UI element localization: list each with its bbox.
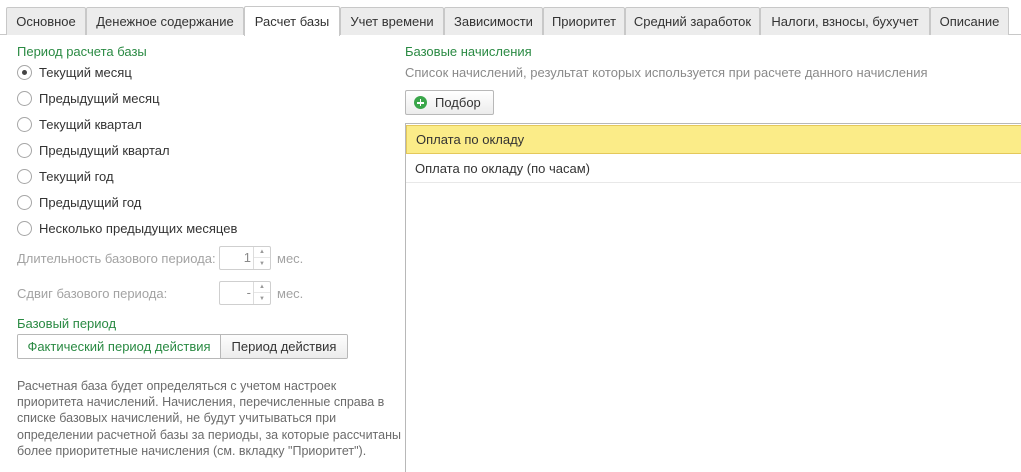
pick-button-label: Подбор <box>435 95 481 110</box>
table-row[interactable]: Оплата по окладу (по часам) <box>406 154 1021 183</box>
radio-button-icon <box>17 194 32 210</box>
radio-current-month[interactable]: Текущий месяц <box>17 62 132 82</box>
row-label: Оплата по окладу <box>416 132 525 147</box>
radio-current-quarter[interactable]: Текущий квартал <box>17 114 142 134</box>
tab-prioritet[interactable]: Приоритет <box>543 7 625 35</box>
base-accruals-title: Базовые начисления <box>405 44 532 59</box>
tab-uchet-vremeni[interactable]: Учет времени <box>340 7 444 35</box>
duration-stepper[interactable]: 1 ▲ ▼ <box>219 246 271 270</box>
radio-current-year[interactable]: Текущий год <box>17 166 114 186</box>
base-period-note: Расчетная база будет определяться с учет… <box>17 379 401 458</box>
row-label: Оплата по окладу (по часам) <box>415 160 590 176</box>
period-group-title: Период расчета базы <box>17 44 147 59</box>
radio-previous-quarter[interactable]: Предыдущий квартал <box>17 140 170 160</box>
radio-previous-month[interactable]: Предыдущий месяц <box>17 88 160 108</box>
radio-label: Предыдущий месяц <box>39 90 160 106</box>
stepper-down-icon[interactable]: ▼ <box>254 258 270 269</box>
base-period-switch: Фактический период действия Период дейст… <box>17 334 348 359</box>
radio-label: Текущий месяц <box>39 64 132 80</box>
stepper-up-icon[interactable]: ▲ <box>254 247 270 258</box>
radio-button-icon <box>17 116 32 132</box>
tab-zavisimosti[interactable]: Зависимости <box>444 7 543 35</box>
duration-unit: мес. <box>277 251 304 266</box>
radio-previous-year[interactable]: Предыдущий год <box>17 192 141 212</box>
tab-opisanie[interactable]: Описание <box>930 7 1009 35</box>
radio-button-icon <box>17 168 32 184</box>
shift-unit: мес. <box>277 286 304 301</box>
stepper-buttons: ▲ ▼ <box>253 247 270 269</box>
radio-button-icon <box>17 220 32 236</box>
radio-button-icon <box>17 142 32 158</box>
radio-button-icon <box>17 64 32 80</box>
radio-label: Несколько предыдущих месяцев <box>39 220 238 236</box>
period-option[interactable]: Период действия <box>220 335 347 358</box>
radio-several-previous-months[interactable]: Несколько предыдущих месяцев <box>17 218 237 238</box>
tab-sredniy-zarabotok[interactable]: Средний заработок <box>625 7 760 35</box>
stepper-buttons: ▲ ▼ <box>253 282 270 304</box>
actual-period-option[interactable]: Фактический период действия <box>18 335 220 358</box>
shift-stepper[interactable]: - ▲ ▼ <box>219 281 271 305</box>
radio-label: Предыдущий квартал <box>39 142 170 158</box>
tab-nalogi-vznosy-buhuchet[interactable]: Налоги, взносы, бухучет <box>760 7 930 35</box>
radio-button-icon <box>17 90 32 106</box>
tab-bar: Основное Денежное содержание Расчет базы… <box>0 0 1021 36</box>
base-accruals-table[interactable]: Оплата по окладу Оплата по окладу (по ча… <box>405 123 1021 472</box>
tab-raschet-bazy[interactable]: Расчет базы <box>244 6 340 36</box>
radio-label: Текущий год <box>39 168 114 184</box>
tab-denezhnoe-soderzhanie[interactable]: Денежное содержание <box>86 7 244 35</box>
table-row[interactable]: Оплата по окладу <box>406 125 1021 154</box>
duration-value[interactable]: 1 <box>220 247 253 269</box>
radio-label: Предыдущий год <box>39 194 142 210</box>
plus-icon <box>414 96 427 109</box>
shift-label: Сдвиг базового периода: <box>17 286 168 301</box>
pick-button[interactable]: Подбор <box>405 90 494 115</box>
stepper-down-icon[interactable]: ▼ <box>254 293 270 304</box>
duration-label: Длительность базового периода: <box>17 251 216 266</box>
shift-value[interactable]: - <box>220 282 253 304</box>
stepper-up-icon[interactable]: ▲ <box>254 282 270 293</box>
tab-osnovnoe[interactable]: Основное <box>6 7 86 35</box>
base-period-title: Базовый период <box>17 316 117 331</box>
radio-label: Текущий квартал <box>39 116 142 132</box>
base-accruals-description: Список начислений, результат которых исп… <box>405 65 928 80</box>
